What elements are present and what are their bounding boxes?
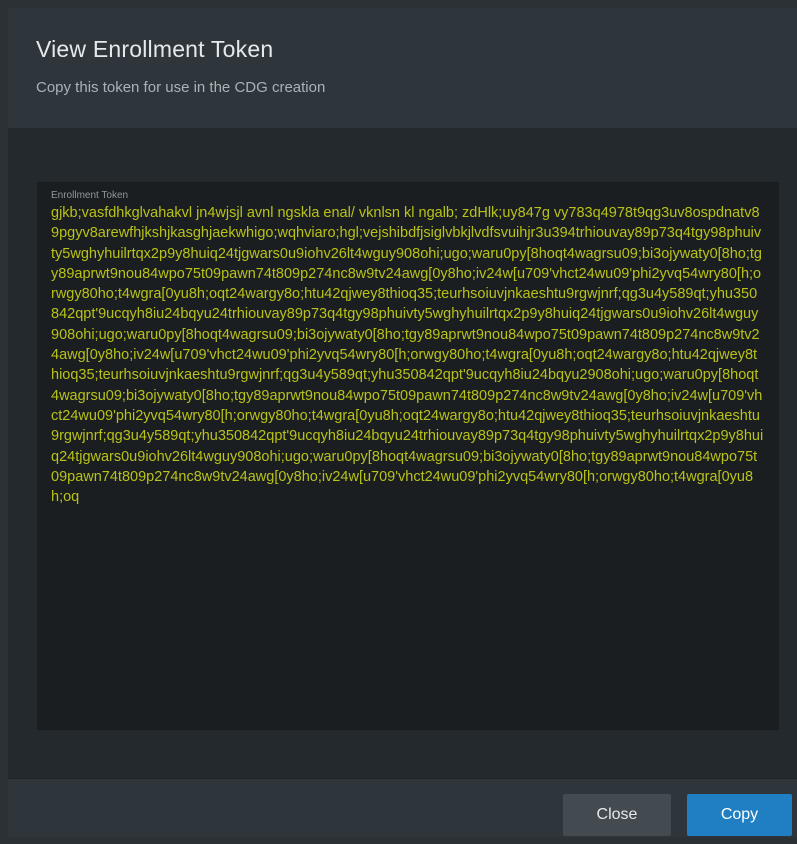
dialog-title: View Enrollment Token [36,36,274,62]
enrollment-token-dialog: View Enrollment Token Copy this token fo… [8,8,797,837]
dialog-header: View Enrollment Token Copy this token fo… [8,8,797,129]
dialog-body: Enrollment Token gjkb;vasfdhkglvahakvl j… [8,128,797,778]
dialog-subtitle: Copy this token for use in the CDG creat… [36,79,326,96]
token-value[interactable]: gjkb;vasfdhkglvahakvl jn4wjsjl avnl ngsk… [51,203,765,507]
close-button[interactable]: Close [563,794,671,836]
copy-button[interactable]: Copy [687,794,792,836]
token-field[interactable]: Enrollment Token gjkb;vasfdhkglvahakvl j… [37,182,779,730]
token-label: Enrollment Token [51,190,129,201]
dialog-footer: Close Copy [8,778,797,837]
